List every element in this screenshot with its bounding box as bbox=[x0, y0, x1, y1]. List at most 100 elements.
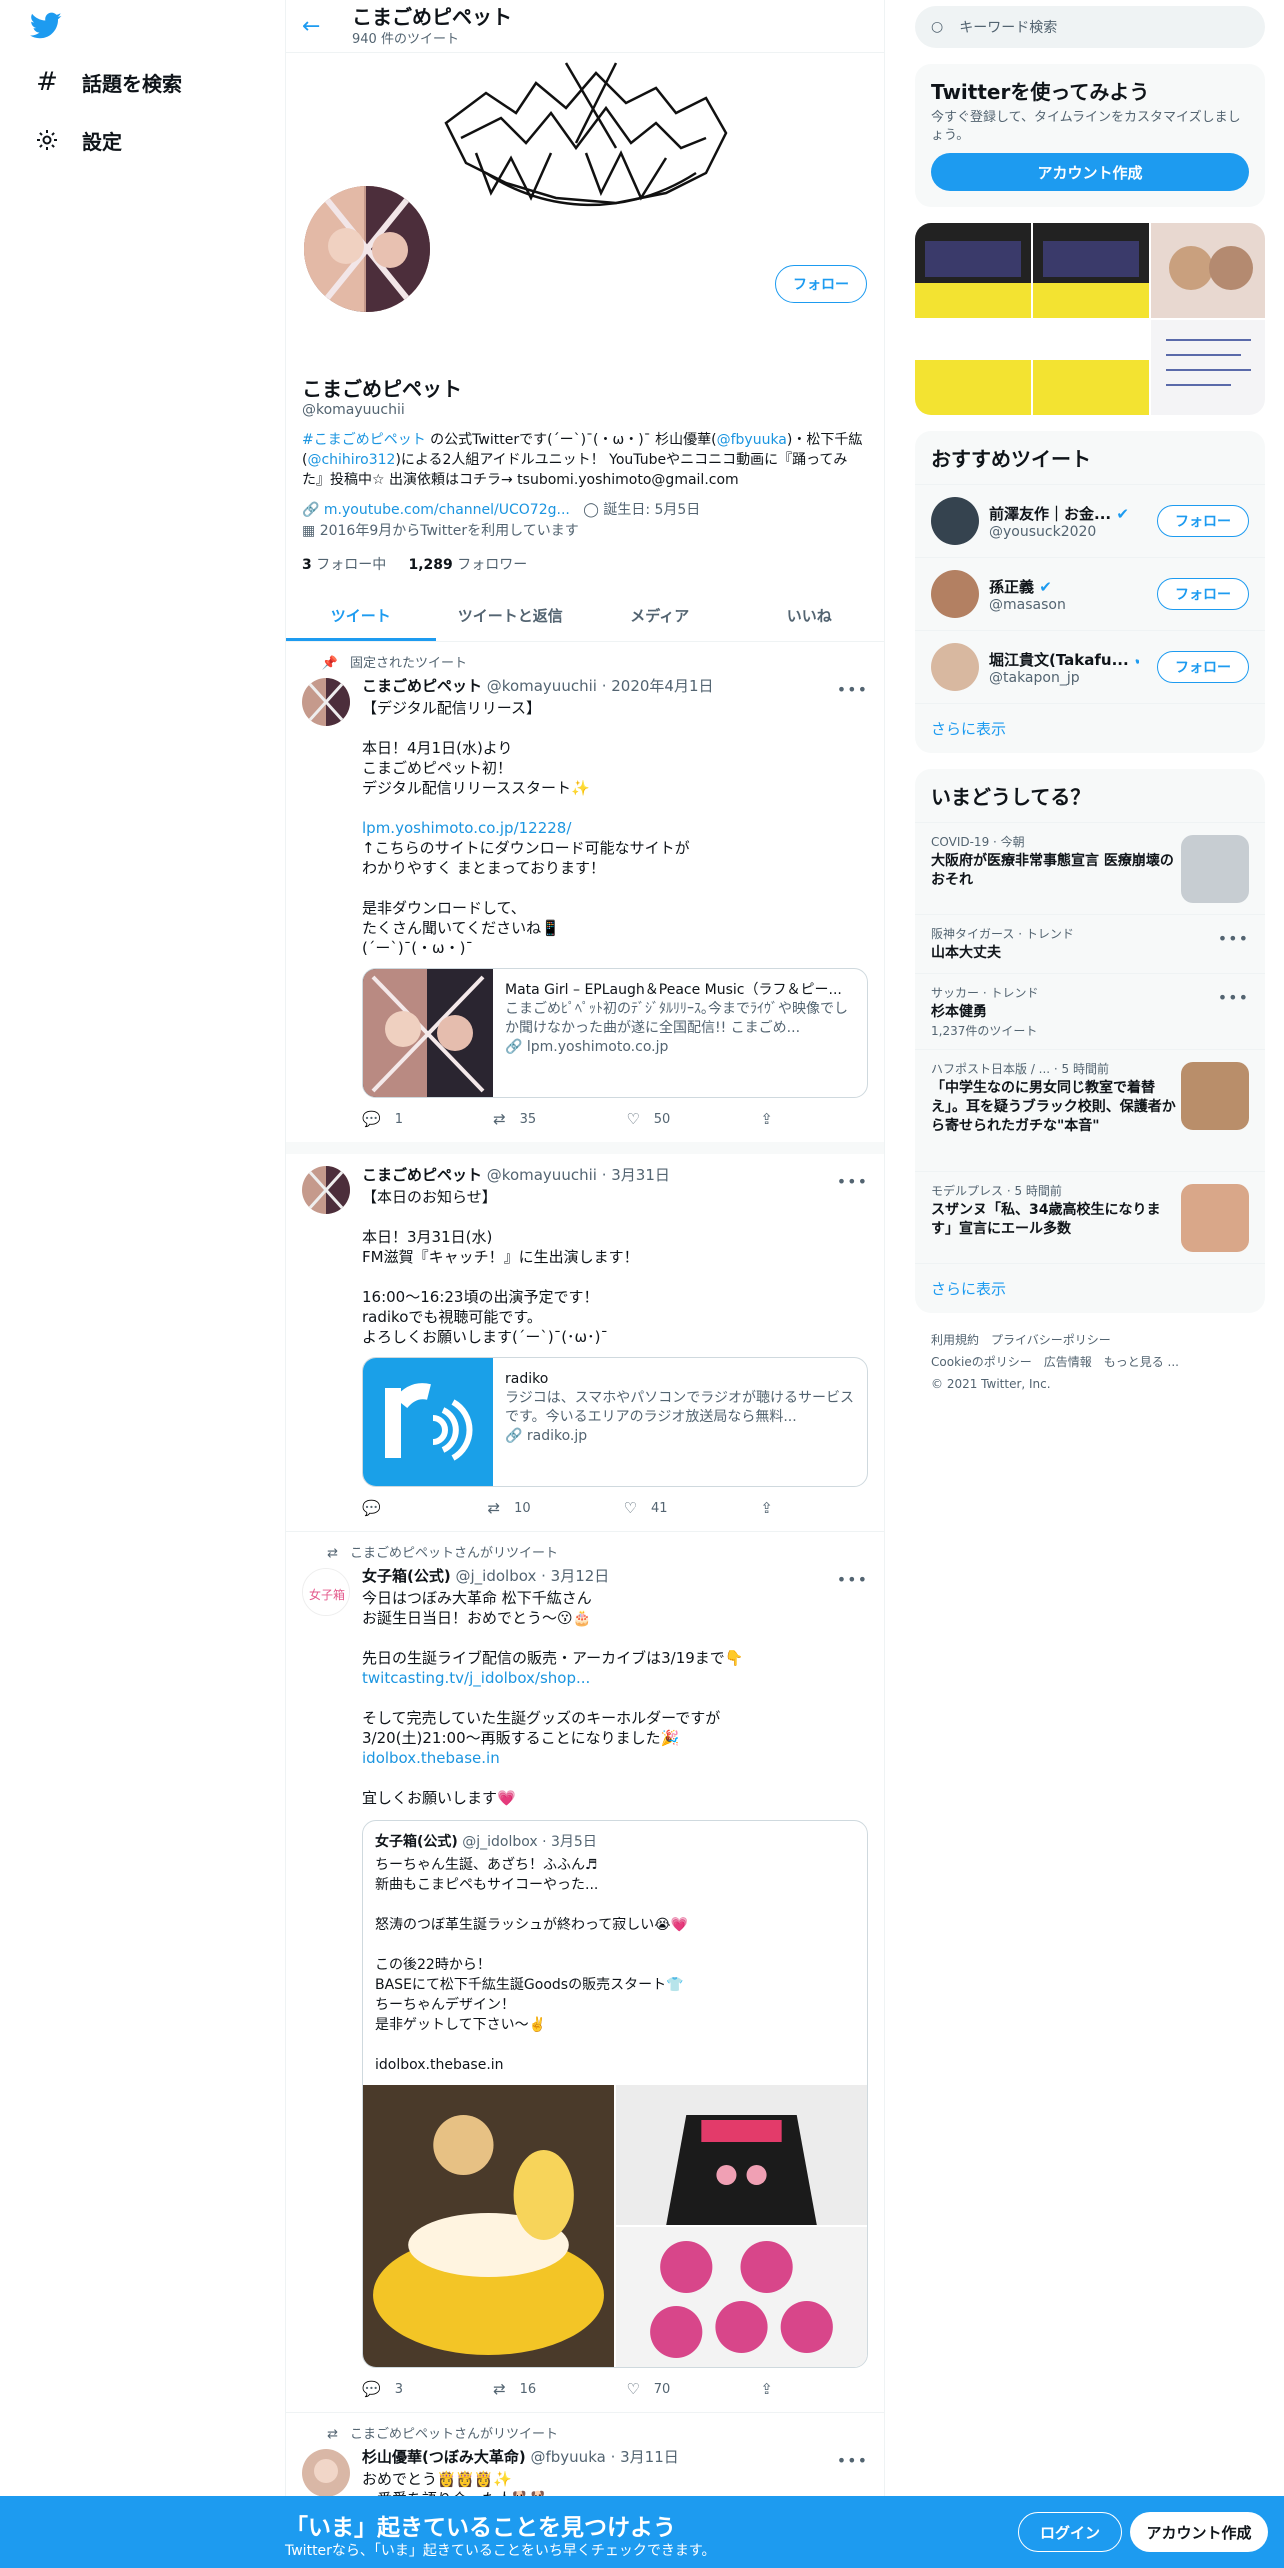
verified-icon: ✔ bbox=[1134, 651, 1139, 669]
twitter-logo-icon[interactable] bbox=[29, 12, 62, 42]
like-button[interactable]: ♡ 41 bbox=[624, 1499, 668, 1517]
tweet-avatar[interactable] bbox=[302, 1166, 350, 1214]
tweet-date[interactable]: · 3月12日 bbox=[541, 1567, 609, 1585]
retweet-button[interactable]: ⇄ 16 bbox=[493, 2380, 536, 2398]
trend-item[interactable]: 阪神タイガース · トレンド 山本大丈夫 ••• bbox=[915, 914, 1265, 973]
tweet-date[interactable]: · 2020年4月1日 bbox=[602, 677, 714, 695]
tweet-text-part: そして完売していた生誕グッズのキーホルダーですが 3/20(土)21:00〜再販… bbox=[362, 1709, 721, 1747]
share-button[interactable]: ⇪ bbox=[760, 1499, 787, 1517]
reply-button[interactable]: 💬 bbox=[362, 1499, 395, 1517]
follow-button[interactable]: フォロー bbox=[1157, 505, 1249, 537]
context-label: 固定されたツイート bbox=[350, 656, 468, 671]
footer-links[interactable]: 利用規約 プライバシーポリシー bbox=[931, 1329, 1249, 1351]
tweet-author[interactable]: こまごめピペット bbox=[362, 677, 482, 695]
retweet-icon: ⇄ bbox=[327, 2427, 338, 2442]
more-icon[interactable]: ••• bbox=[1218, 988, 1249, 1007]
tweet-avatar[interactable]: 女子箱 bbox=[302, 1568, 350, 1616]
rec-user[interactable]: 堀江貴文(Takafu... ✔@takapon_jp フォロー bbox=[915, 630, 1265, 703]
tweet-handle[interactable]: @fbyuuka bbox=[531, 2448, 606, 2466]
login-button[interactable]: ログイン bbox=[1018, 2512, 1122, 2552]
bio-mention-link[interactable]: @chihiro312 bbox=[307, 452, 395, 468]
radiko-logo-icon bbox=[363, 1358, 493, 1486]
back-arrow-icon[interactable]: ← bbox=[302, 14, 334, 39]
tweet[interactable]: ⇄ こまごめピペットさんがリツイート 女子箱 ••• 女子箱(公式) @j_ido… bbox=[286, 1532, 884, 2413]
tweet-avatar[interactable] bbox=[302, 678, 350, 726]
tab-tweets[interactable]: ツイート bbox=[286, 590, 436, 641]
create-account-button[interactable]: アカウント作成 bbox=[931, 153, 1249, 191]
tweet-avatar[interactable] bbox=[302, 2449, 350, 2497]
follow-button[interactable]: フォロー bbox=[1157, 578, 1249, 610]
media-image[interactable] bbox=[616, 2227, 867, 2367]
reply-button[interactable]: 💬 3 bbox=[362, 2380, 403, 2398]
link-card[interactable]: Mata Girl – EPLaugh＆Peace Music（ラフ＆ピー...… bbox=[362, 968, 868, 1098]
tweet-handle[interactable]: @j_idolbox bbox=[456, 1567, 537, 1585]
gallery-image[interactable] bbox=[1151, 320, 1265, 415]
nav-settings[interactable]: 設定 bbox=[34, 120, 122, 160]
retweet-button[interactable]: ⇄ 10 bbox=[488, 1499, 531, 1517]
more-icon[interactable]: ••• bbox=[837, 2451, 868, 2470]
trend-item[interactable]: サッカー · トレンド 杉本健勇 1,237件のツイート ••• bbox=[915, 973, 1265, 1049]
retweet-count: 10 bbox=[514, 1500, 531, 1516]
profile-avatar[interactable] bbox=[300, 182, 434, 316]
more-icon[interactable]: ••• bbox=[837, 680, 868, 699]
retweet-button[interactable]: ⇄ 35 bbox=[493, 1110, 536, 1128]
media-image[interactable] bbox=[363, 2085, 614, 2367]
trends-box: いまどうしてる？ COVID-19 · 今朝 大阪府が医療非常事態宣言 医療崩壊… bbox=[915, 769, 1265, 1313]
show-more-link[interactable]: さらに表示 bbox=[915, 1263, 1265, 1313]
trend-item[interactable]: COVID-19 · 今朝 大阪府が医療非常事態宣言 医療崩壊のおそれ bbox=[915, 822, 1265, 914]
more-icon[interactable]: ••• bbox=[837, 1172, 868, 1191]
gallery-image[interactable] bbox=[1033, 223, 1149, 318]
reply-icon: 💬 bbox=[362, 2380, 381, 2398]
gallery-image[interactable] bbox=[1151, 223, 1265, 318]
trend-item[interactable]: ハフポスト日本版 / ... · 5 時間前 「中学生なのに男女同じ教室で着替え… bbox=[915, 1049, 1265, 1171]
profile-url[interactable]: m.youtube.com/channel/UCO72g... bbox=[324, 502, 570, 518]
followers-count-link[interactable]: 1,289 フォロワー bbox=[408, 557, 527, 573]
footer-links[interactable]: Cookieのポリシー 広告情報 もっと見る ... bbox=[931, 1351, 1249, 1373]
signup-button[interactable]: アカウント作成 bbox=[1130, 2512, 1268, 2552]
like-button[interactable]: ♡ 50 bbox=[626, 1110, 670, 1128]
like-button[interactable]: ♡ 70 bbox=[626, 2380, 670, 2398]
share-button[interactable]: ⇪ bbox=[760, 2380, 787, 2398]
more-icon[interactable]: ••• bbox=[1218, 929, 1249, 948]
tab-likes[interactable]: いいね bbox=[735, 590, 885, 641]
tab-tweets-replies[interactable]: ツイートと返信 bbox=[436, 590, 586, 641]
reply-button[interactable]: 💬 1 bbox=[362, 1110, 403, 1128]
bio-mention-link[interactable]: @fbyuuka bbox=[717, 432, 787, 448]
tweet-author[interactable]: 杉山優華(つぼみ大革命) bbox=[362, 2448, 526, 2466]
trend-item[interactable]: モデルプレス · 5 時間前 スザンヌ「私、34歳高校生になります」宣言にエール… bbox=[915, 1171, 1265, 1263]
tweet-link[interactable]: idolbox.thebase.in bbox=[362, 1749, 500, 1767]
gallery-image[interactable] bbox=[1033, 320, 1149, 415]
follow-button[interactable]: フォロー bbox=[1157, 651, 1249, 683]
tweet-date[interactable]: · 3月31日 bbox=[602, 1166, 670, 1184]
media-image[interactable] bbox=[616, 2085, 867, 2225]
tweet-handle[interactable]: @komayuuchii bbox=[487, 1166, 597, 1184]
tweet-author[interactable]: 女子箱(公式) bbox=[362, 1567, 451, 1585]
tweet[interactable]: ••• こまごめピペット @komayuuchii · 3月31日 【本日のお知… bbox=[286, 1154, 884, 1532]
tweet-text: 【デジタル配信リリース】 本日！4月1日(水)より こまごめピペット初！ デジタ… bbox=[362, 698, 868, 958]
share-button[interactable]: ⇪ bbox=[760, 1110, 787, 1128]
tweet-date[interactable]: · 3月11日 bbox=[611, 2448, 679, 2466]
link-card[interactable]: radiko ラジコは、スマホやパソコンでラジオが聴けるサービスです。今いるエリ… bbox=[362, 1357, 868, 1487]
profile-follow-button[interactable]: フォロー bbox=[775, 265, 867, 303]
quote-tweet[interactable]: 女子箱(公式) @j_idolbox · 3月5日 ちーちゃん生誕、あざち！ふふ… bbox=[362, 1820, 868, 2368]
gallery-image[interactable] bbox=[915, 320, 1031, 415]
tab-media[interactable]: メディア bbox=[585, 590, 735, 641]
rec-user[interactable]: 前澤友作｜お金... ✔ @yousuck2020 フォロー bbox=[915, 484, 1265, 557]
nav-explore[interactable]: # 話題を検索 bbox=[34, 62, 182, 102]
tweet-link[interactable]: lpm.yoshimoto.co.jp/12228/ bbox=[362, 819, 571, 837]
search-input[interactable]: キーワード検索 bbox=[959, 17, 1057, 37]
trend-meta: サッカー · トレンド bbox=[931, 986, 1039, 1000]
reply-icon: 💬 bbox=[362, 1499, 381, 1517]
tweet[interactable]: 📌 固定されたツイート ••• こまごめピペット @komayuuchii · 2… bbox=[286, 642, 884, 1154]
bio-hashtag-link[interactable]: #こまごめピペット bbox=[302, 432, 426, 448]
following-count-link[interactable]: 3 フォロー中 bbox=[302, 557, 386, 573]
heart-icon: ♡ bbox=[626, 2380, 640, 2398]
more-icon[interactable]: ••• bbox=[837, 1570, 868, 1589]
gallery-image[interactable] bbox=[915, 223, 1031, 318]
tweet-author[interactable]: こまごめピペット bbox=[362, 1166, 482, 1184]
tweet-link[interactable]: twitcasting.tv/j_idolbox/shop... bbox=[362, 1669, 590, 1687]
rec-user[interactable]: 孫正義 ✔ @masason フォロー bbox=[915, 557, 1265, 630]
search-box[interactable]: ○ キーワード検索 bbox=[915, 6, 1265, 48]
show-more-link[interactable]: さらに表示 bbox=[915, 703, 1265, 753]
tweet-handle[interactable]: @komayuuchii bbox=[487, 677, 597, 695]
